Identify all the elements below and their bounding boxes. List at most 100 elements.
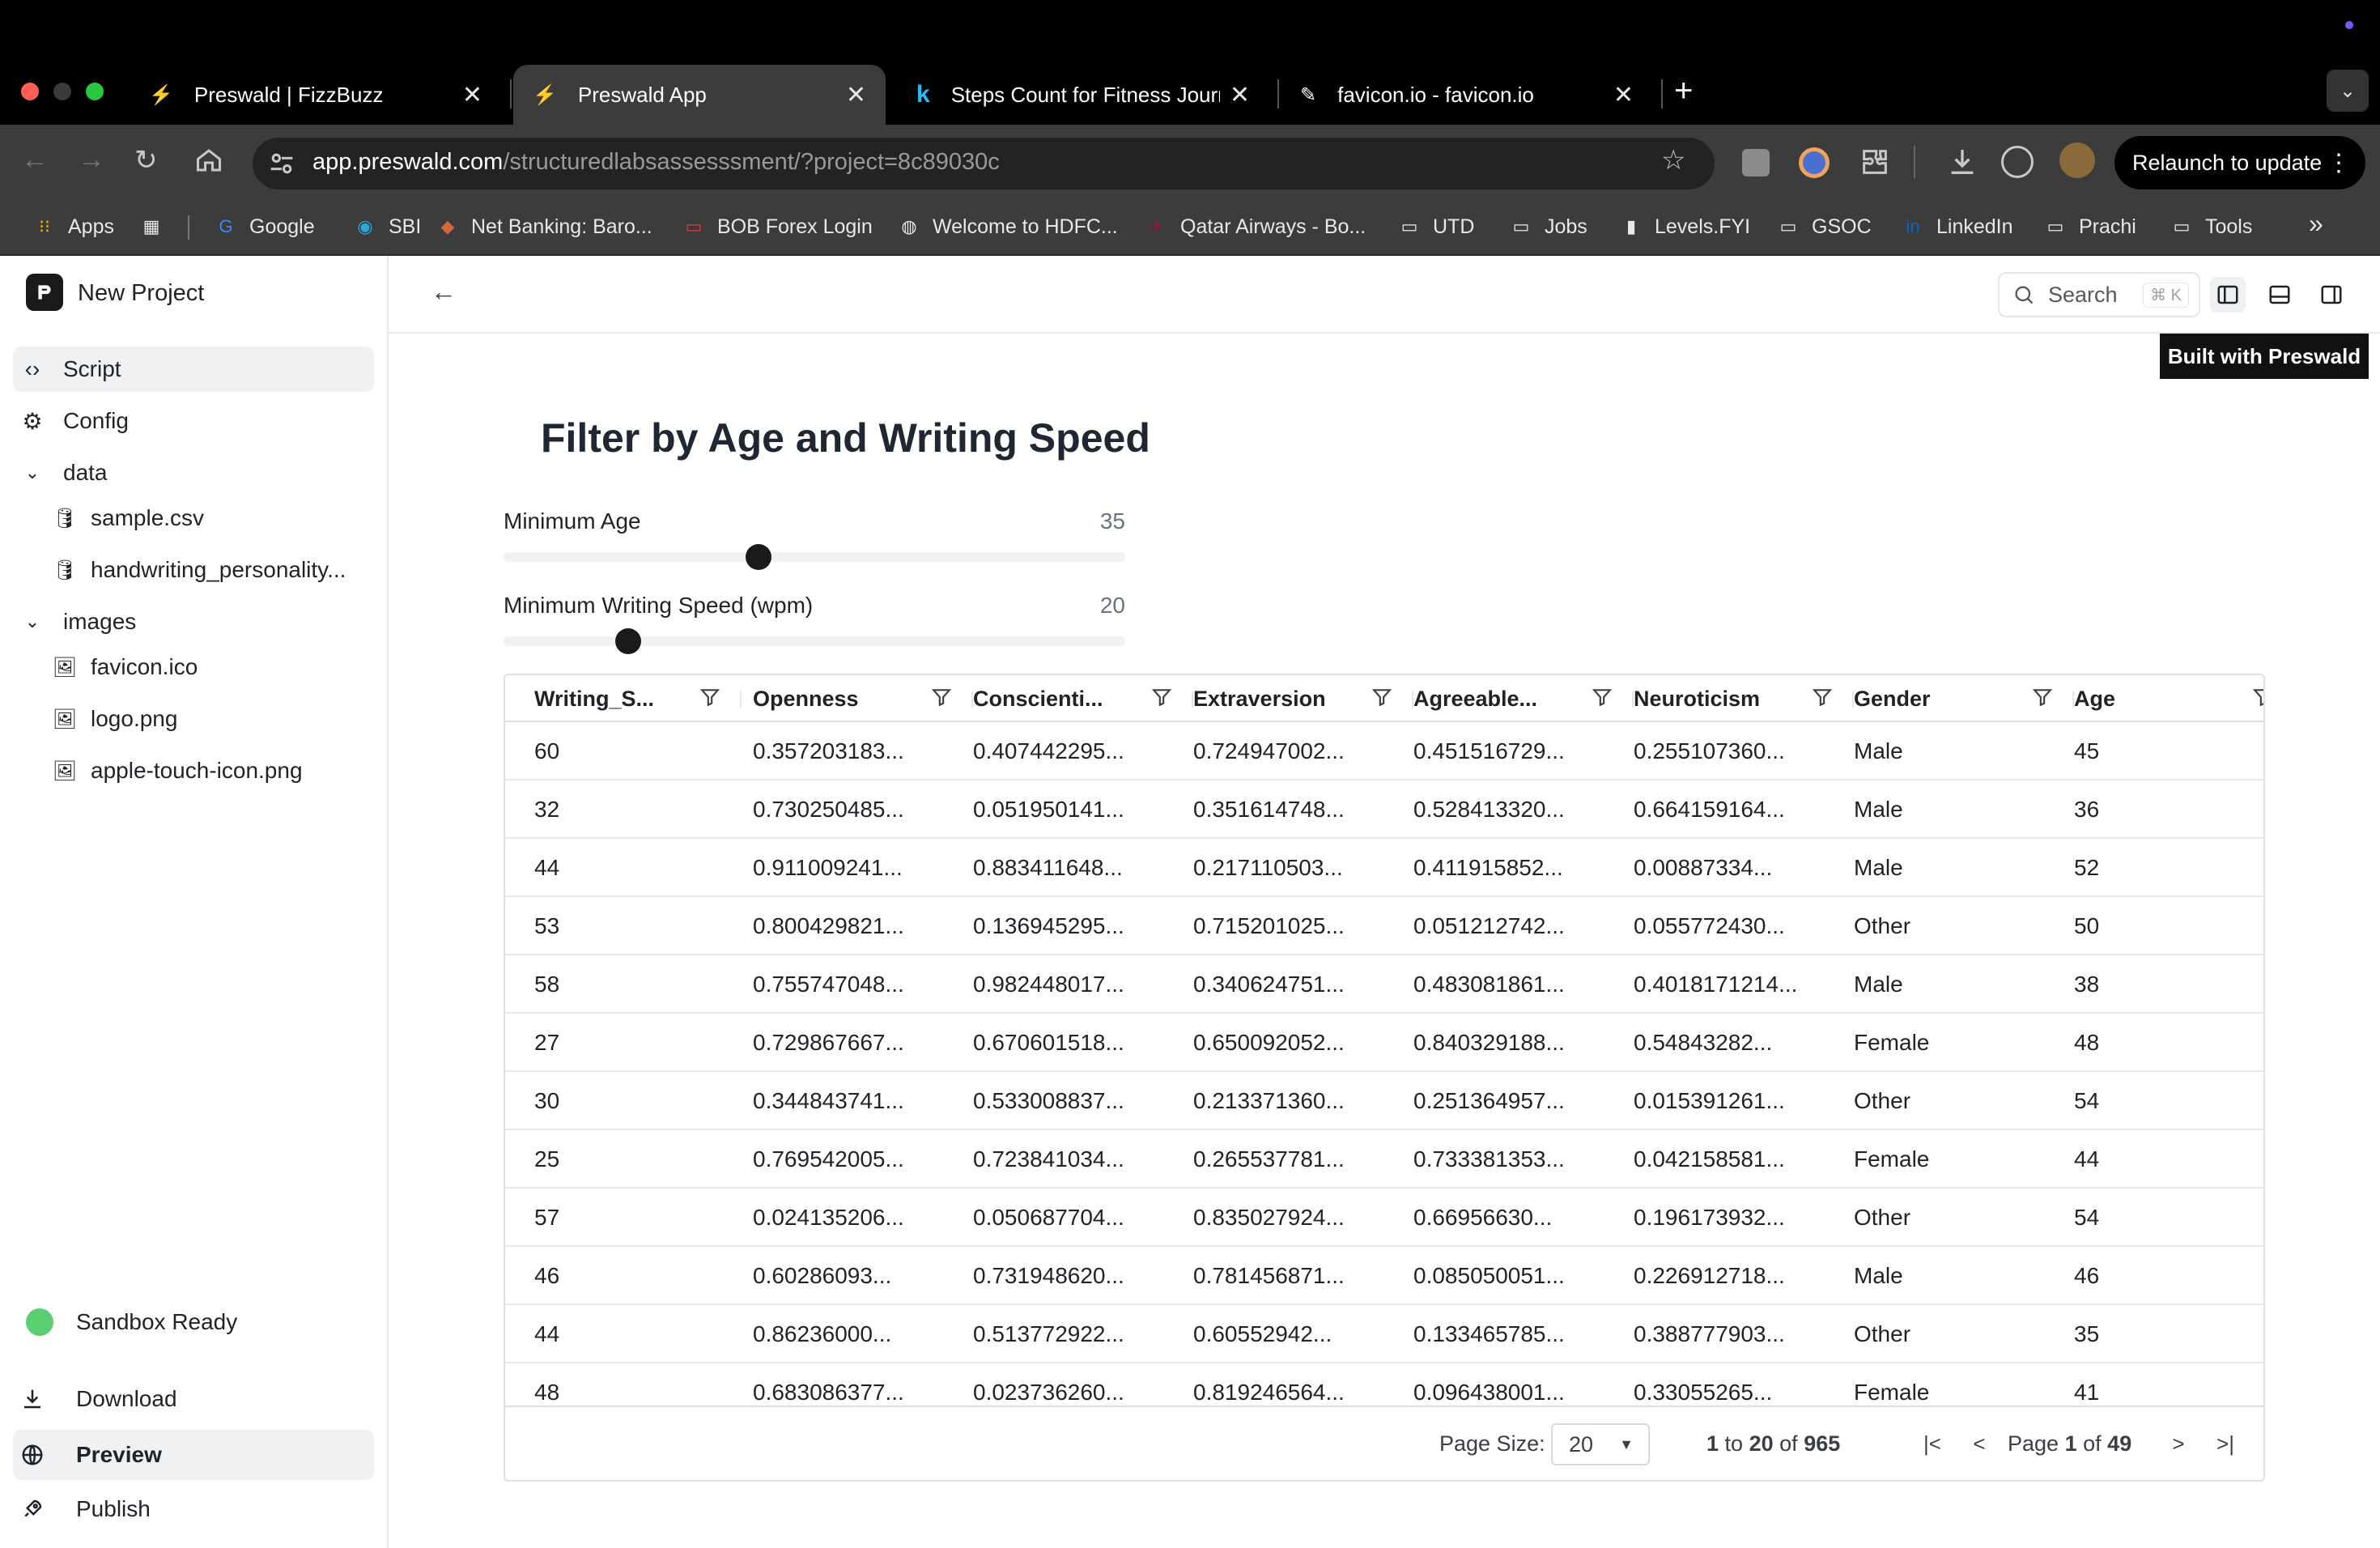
downloads-icon[interactable] — [1946, 146, 1978, 182]
tab-fizzbuzz[interactable]: ⚡ Preswald | FizzBuzz ✕ — [130, 65, 502, 125]
project-name[interactable]: New Project — [78, 280, 204, 307]
table-row[interactable]: 58 0.755747048... 0.982448017... 0.34062475… — [505, 955, 2263, 1014]
forward-icon[interactable]: → — [78, 144, 105, 176]
column-header[interactable]: Conscienti... — [973, 675, 1193, 722]
table-row[interactable]: 25 0.769542005... 0.723841034... 0.26553778… — [505, 1130, 2263, 1189]
extension-icon[interactable] — [1799, 147, 1830, 178]
filter-icon[interactable] — [931, 687, 952, 708]
close-tab-icon[interactable]: ✕ — [1230, 81, 1250, 109]
column-resize-handle[interactable] — [740, 691, 742, 708]
download-button[interactable]: Download — [13, 1376, 374, 1422]
close-window-button[interactable] — [21, 83, 39, 100]
bookmark-qatar-airways-bo[interactable]: ✈ Qatar Airways - Bo... — [1145, 211, 1366, 243]
column-header[interactable]: Agreeable... — [1413, 675, 1634, 722]
column-header[interactable]: Gender — [1854, 675, 2074, 722]
profile-avatar[interactable] — [2059, 142, 2095, 178]
extension-icon[interactable] — [1742, 149, 1770, 176]
minimize-window-button[interactable] — [53, 83, 71, 100]
bookmark-net-banking-baro[interactable]: ◆ Net Banking: Baro... — [436, 211, 652, 243]
close-tab-icon[interactable]: ✕ — [462, 81, 482, 109]
layout-bottom-panel-icon[interactable] — [2262, 277, 2297, 313]
zoom-window-button[interactable] — [86, 83, 104, 100]
bookmark-tab-groups[interactable]: ▦ — [139, 211, 175, 243]
tab-steps-count[interactable]: k Steps Count for Fitness Journ ✕ — [897, 65, 1269, 125]
layout-right-panel-icon[interactable] — [2314, 277, 2349, 313]
min-speed-slider-track[interactable] — [504, 636, 1125, 646]
column-header[interactable]: Age — [2074, 675, 2265, 722]
tab-search-button[interactable]: ⌄ — [2327, 70, 2369, 112]
column-header[interactable]: Writing_S... — [534, 675, 742, 722]
min-age-slider-track[interactable] — [504, 552, 1125, 562]
more-bookmarks-icon[interactable]: » — [2309, 209, 2323, 239]
close-tab-icon[interactable]: ✕ — [846, 81, 866, 109]
last-page-icon[interactable]: >| — [2213, 1431, 2238, 1456]
bookmark-welcome-to-hdfc[interactable]: ◍ Welcome to HDFC... — [897, 211, 1117, 243]
table-row[interactable]: 60 0.357203183... 0.407442295... 0.72494700… — [505, 722, 2263, 780]
filter-icon[interactable] — [2032, 687, 2053, 708]
search-button[interactable]: Search ⌘ K — [1998, 272, 2200, 317]
filter-icon[interactable] — [699, 687, 720, 708]
sidebar-folder-images[interactable]: ⌄ images — [13, 599, 374, 644]
sidebar-item-script[interactable]: ‹› Script — [13, 347, 374, 392]
bookmark-prachi[interactable]: ▭ Prachi — [2043, 211, 2136, 243]
new-tab-button[interactable]: + — [1674, 73, 1693, 109]
column-header[interactable]: Neuroticism — [1634, 675, 1854, 722]
site-settings-icon[interactable] — [266, 147, 298, 184]
sidebar-file-logo[interactable]: 🖼 logo.png — [45, 696, 374, 742]
min-age-slider-thumb[interactable] — [745, 544, 771, 570]
reload-icon[interactable]: ↻ — [134, 144, 158, 176]
bookmark-levels-fyi[interactable]: ▮ Levels.FYI — [1619, 211, 1750, 243]
url-text[interactable]: app.preswald.com/structuredlabsassesssme… — [312, 149, 1000, 176]
filter-icon[interactable] — [1592, 687, 1613, 708]
bookmark-star-icon[interactable]: ☆ — [1661, 144, 1685, 176]
min-speed-slider-thumb[interactable] — [614, 628, 641, 654]
sidebar-item-config[interactable]: ⚙ Config — [13, 398, 374, 444]
sidebar-file-apple-touch-icon[interactable]: 🖼 apple-touch-icon.png — [45, 748, 374, 793]
sidebar-file-handwriting[interactable]: 🛢 handwriting_personality... — [45, 547, 374, 593]
home-icon[interactable] — [194, 146, 223, 179]
built-with-preswald-badge[interactable]: Built with Preswald — [2160, 334, 2369, 379]
bookmark-google[interactable]: G Google — [214, 211, 314, 243]
table-row[interactable]: 44 0.86236000... 0.513772922... 0.60552942.… — [505, 1305, 2263, 1363]
bookmark-apps[interactable]: ⁝⁝ Apps — [32, 211, 114, 243]
prev-page-icon[interactable]: < — [1967, 1431, 1991, 1456]
table-row[interactable]: 53 0.800429821... 0.136945295... 0.71520102… — [505, 897, 2263, 955]
sidebar-file-favicon[interactable]: 🖼 favicon.ico — [45, 644, 374, 690]
table-row[interactable]: 46 0.60286093... 0.731948620... 0.781456871… — [505, 1247, 2263, 1305]
page-size-select[interactable]: 20 ▼ — [1551, 1423, 1650, 1465]
sidebar-file-sample-csv[interactable]: 🛢 sample.csv — [45, 495, 374, 541]
tab-favicon-io[interactable]: ✎ favicon.io - favicon.io ✕ — [1281, 65, 1653, 125]
table-row[interactable]: 44 0.911009241... 0.883411648... 0.21711050… — [505, 839, 2263, 897]
next-page-icon[interactable]: > — [2166, 1431, 2191, 1456]
filter-icon[interactable] — [1151, 687, 1172, 708]
bookmark-sbi[interactable]: ◉ SBI — [353, 211, 421, 243]
table-row[interactable]: 27 0.729867667... 0.670601518... 0.65009205… — [505, 1014, 2263, 1072]
column-header[interactable]: Extraversion — [1193, 675, 1413, 722]
table-row[interactable]: 48 0.683086377... 0.023736260... 0.81924656… — [505, 1363, 2263, 1406]
bookmark-jobs[interactable]: ▭ Jobs — [1509, 211, 1587, 243]
sidebar-folder-data[interactable]: ⌄ data — [13, 450, 374, 495]
relaunch-button[interactable]: Relaunch to update ⋮ — [2114, 136, 2365, 189]
bookmark-bob-forex-login[interactable]: ▭ BOB Forex Login — [682, 211, 873, 243]
menu-kebab-icon[interactable]: ⋮ — [2327, 149, 2351, 177]
bookmark-linkedin[interactable]: in LinkedIn — [1901, 211, 2012, 243]
bookmark-utd[interactable]: ▭ UTD — [1397, 211, 1475, 243]
bookmark-tools[interactable]: ▭ Tools — [2170, 211, 2253, 243]
back-arrow-icon[interactable]: ← — [431, 277, 457, 307]
filter-icon[interactable] — [1371, 687, 1392, 708]
table-row[interactable]: 30 0.344843741... 0.533008837... 0.21337136… — [505, 1072, 2263, 1130]
column-header[interactable]: Openness — [753, 675, 973, 722]
table-row[interactable]: 32 0.730250485... 0.051950141... 0.35161474… — [505, 780, 2263, 839]
preview-button[interactable]: Preview — [13, 1430, 374, 1480]
filter-icon[interactable] — [2252, 687, 2265, 708]
extensions-puzzle-icon[interactable] — [1859, 146, 1891, 182]
filter-icon[interactable] — [1812, 687, 1833, 708]
back-icon[interactable]: ← — [21, 144, 49, 176]
layout-left-panel-icon[interactable] — [2210, 277, 2246, 313]
close-tab-icon[interactable]: ✕ — [1613, 81, 1634, 109]
performance-icon[interactable] — [2001, 146, 2034, 178]
bookmark-gsoc[interactable]: ▭ GSOC — [1776, 211, 1872, 243]
table-row[interactable]: 57 0.024135206... 0.050687704... 0.83502792… — [505, 1189, 2263, 1247]
first-page-icon[interactable]: |< — [1920, 1431, 1944, 1456]
publish-button[interactable]: Publish — [13, 1486, 374, 1532]
